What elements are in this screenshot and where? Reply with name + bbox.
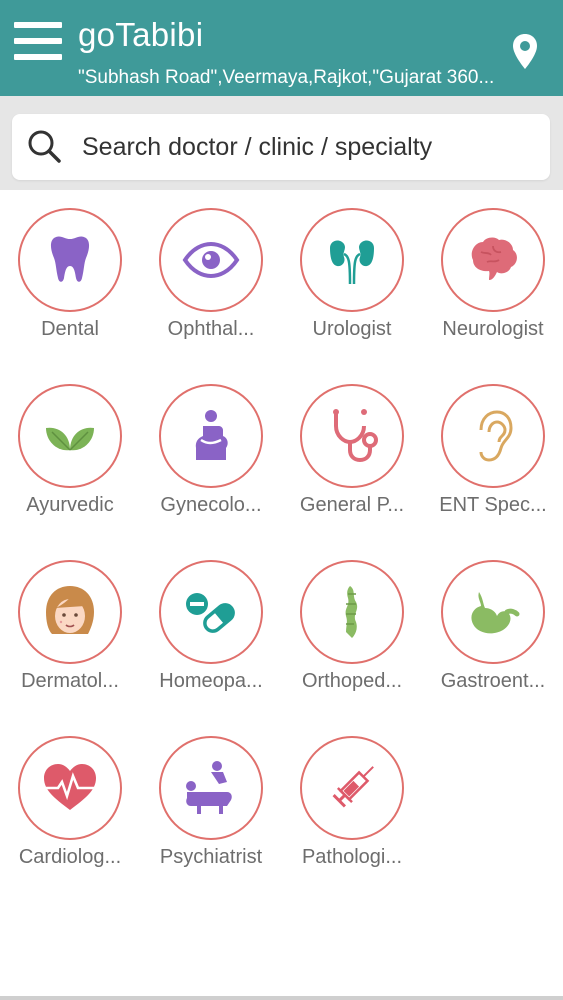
specialty-label: ENT Spec... (439, 494, 547, 516)
specialty-label: Gynecolo... (160, 494, 262, 516)
specialty-dermatologist[interactable]: Dermatol... (0, 542, 140, 702)
specialty-icon-circle (159, 384, 263, 488)
current-address[interactable]: "Subhash Road",Veermaya,Rajkot,"Gujarat … (78, 67, 508, 89)
bottom-edge (0, 996, 563, 1000)
specialty-label: Pathologi... (301, 846, 403, 868)
specialty-cardiologist[interactable]: Cardiolog... (0, 718, 140, 878)
specialty-label: Cardiolog... (18, 846, 122, 868)
specialty-icon-circle (441, 560, 545, 664)
stethoscope-icon (333, 409, 378, 463)
therapy-couch-icon (186, 761, 232, 814)
specialty-icon-circle (159, 208, 263, 312)
specialty-general-physician[interactable]: General P... (282, 366, 422, 526)
specialty-icon-circle (18, 736, 122, 840)
specialty-label: General P... (299, 494, 405, 516)
kidneys-icon (330, 240, 374, 285)
location-pin-icon[interactable] (510, 32, 540, 72)
specialty-label: Dermatol... (21, 670, 119, 692)
menu-bar-top (14, 22, 62, 28)
specialty-ophthalmologist[interactable]: Ophthal... (141, 190, 281, 350)
specialty-gynecologist[interactable]: Gynecolo... (141, 366, 281, 526)
stomach-icon (471, 592, 520, 634)
specialty-gastroenterologist[interactable]: Gastroent... (423, 542, 563, 702)
menu-bar-bottom (14, 54, 62, 60)
pills-icon (186, 593, 235, 633)
specialty-neurologist[interactable]: Neurologist (423, 190, 563, 350)
search-section (0, 96, 563, 190)
search-input[interactable] (80, 126, 544, 168)
specialty-icon-circle (300, 736, 404, 840)
specialty-label: Orthoped... (301, 670, 403, 692)
specialty-ayurvedic[interactable]: Ayurvedic (0, 366, 140, 526)
specialty-icon-circle (18, 560, 122, 664)
app-title: goTabibi (78, 16, 204, 53)
specialty-label: Homeopa... (159, 670, 263, 692)
specialty-label: Gastroent... (440, 670, 546, 692)
specialty-label: Neurologist (442, 318, 544, 340)
specialty-icon-circle (18, 208, 122, 312)
pregnant-woman-icon (195, 410, 228, 460)
specialty-icon-circle (159, 736, 263, 840)
specialty-icon-circle (300, 560, 404, 664)
search-icon (26, 128, 64, 166)
spine-icon (345, 586, 358, 638)
menu-icon[interactable] (14, 22, 62, 62)
specialty-label: Ayurvedic (26, 494, 114, 516)
specialty-label: Dental (41, 318, 99, 340)
specialty-grid: Dental Ophthal... Urologist Neurologist … (0, 190, 563, 1000)
specialty-dental[interactable]: Dental (0, 190, 140, 350)
app-bar: goTabibi "Subhash Road",Veermaya,Rajkot,… (0, 0, 563, 96)
leaves-icon (46, 427, 94, 451)
specialty-label: Psychiatrist (159, 846, 263, 868)
heart-pulse-icon (42, 764, 98, 810)
specialty-pathologist[interactable]: Pathologi... (282, 718, 422, 878)
menu-bar-middle (14, 38, 62, 44)
specialty-urologist[interactable]: Urologist (282, 190, 422, 350)
specialty-homeopathy[interactable]: Homeopa... (141, 542, 281, 702)
specialty-icon-circle (300, 208, 404, 312)
specialty-icon-circle (441, 384, 545, 488)
ear-icon (479, 410, 513, 462)
specialty-psychiatrist[interactable]: Psychiatrist (141, 718, 281, 878)
tooth-icon (50, 236, 90, 282)
face-icon (46, 586, 94, 634)
specialty-icon-circle (18, 384, 122, 488)
specialty-label: Ophthal... (167, 318, 255, 340)
brain-icon (471, 237, 517, 280)
search-bar[interactable] (12, 114, 550, 180)
specialty-orthopedic[interactable]: Orthoped... (282, 542, 422, 702)
specialty-icon-circle (159, 560, 263, 664)
specialty-ent[interactable]: ENT Spec... (423, 366, 563, 526)
syringe-icon (332, 766, 374, 808)
specialty-icon-circle (300, 384, 404, 488)
eye-icon (182, 241, 240, 279)
specialty-label: Urologist (312, 318, 392, 340)
specialty-icon-circle (441, 208, 545, 312)
